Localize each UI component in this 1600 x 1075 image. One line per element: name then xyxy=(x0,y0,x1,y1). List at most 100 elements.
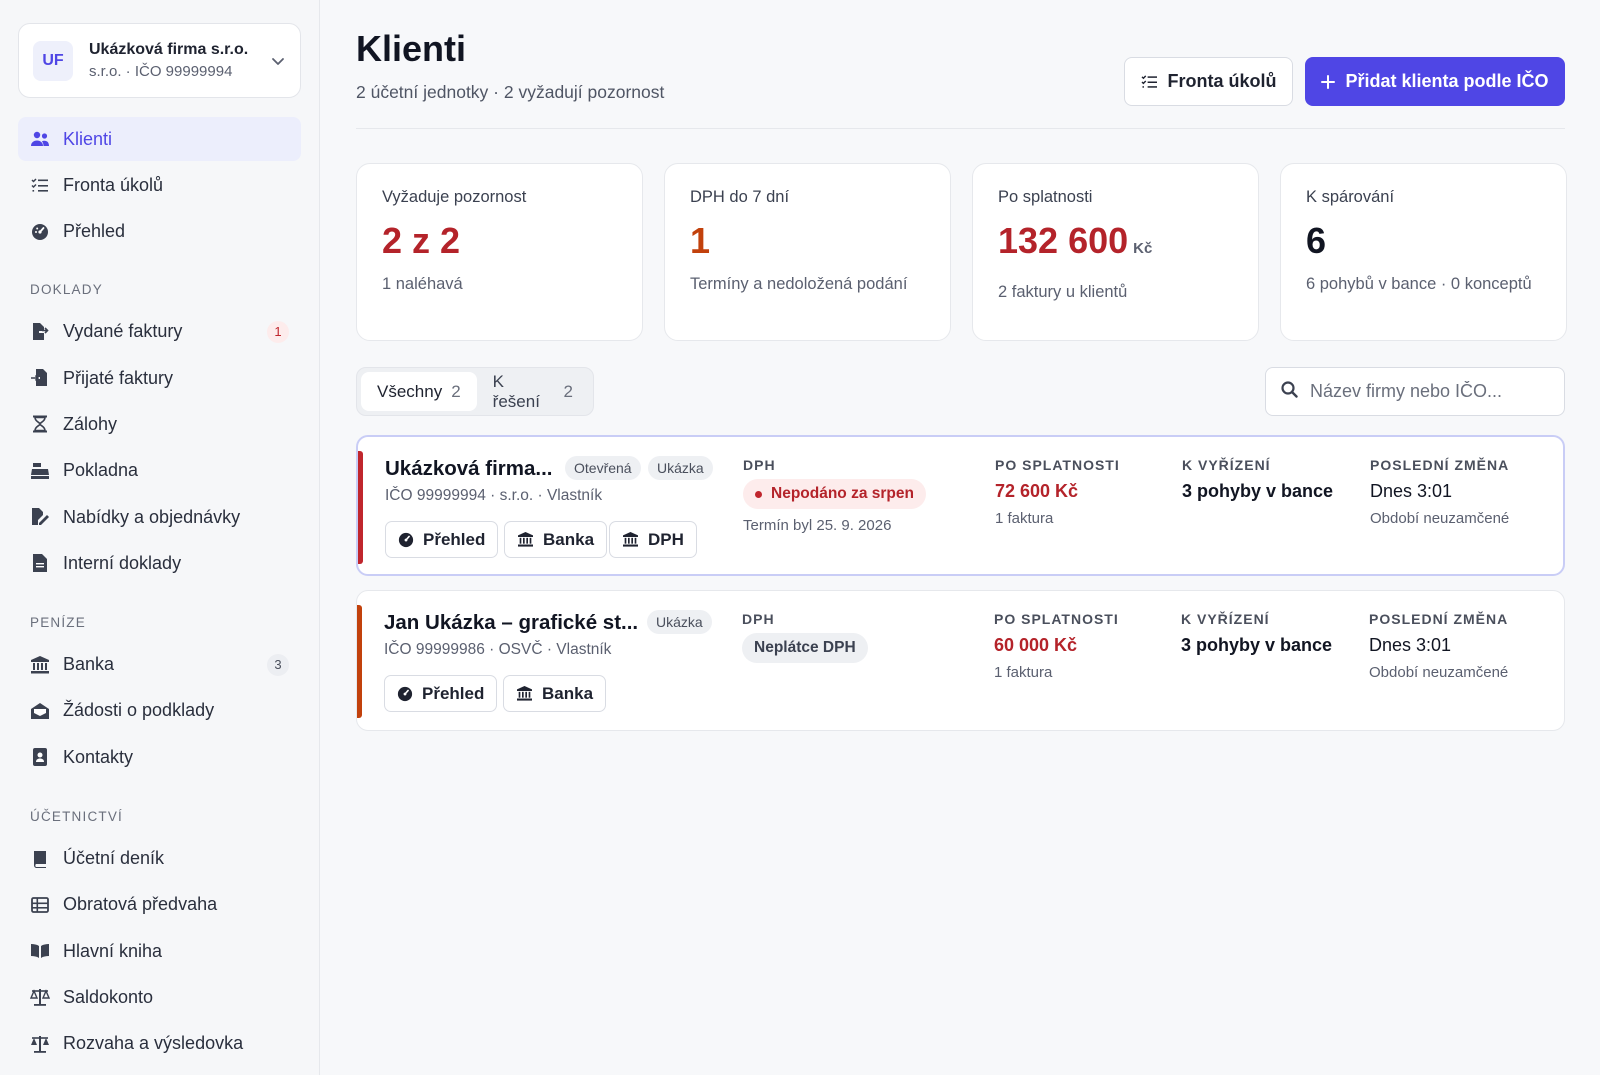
section-title-penize: PENÍZE xyxy=(30,614,86,630)
action-label: Banka xyxy=(542,683,594,703)
main-content: Klienti 2 účetní jednotky · 2 vyžadují p… xyxy=(320,0,1600,1075)
sidebar-item-hlavni-kniha[interactable]: Hlavní kniha xyxy=(18,929,301,973)
demo-chip: Ukázka xyxy=(648,456,713,480)
org-subtitle: s.r.o. · IČO 99999994 xyxy=(89,62,233,80)
org-avatar: UF xyxy=(33,40,73,81)
stat-card-overdue[interactable]: Po splatnosti 132 600 Kč 2 faktury u klie… xyxy=(972,163,1259,341)
column-label-pending: K VYŘÍZENÍ xyxy=(1182,457,1271,473)
tab-label: Všechny xyxy=(377,381,443,401)
stat-note: Termíny a nedoložená podání xyxy=(690,275,908,293)
gauge-icon xyxy=(397,686,413,702)
bank-button[interactable]: Banka xyxy=(503,675,607,712)
search-icon xyxy=(1281,380,1298,403)
pending-value: 3 pohyby v bance xyxy=(1181,635,1333,655)
vat-button[interactable]: DPH xyxy=(609,521,697,558)
sidebar-item-banka[interactable]: Banka 3 xyxy=(18,643,301,687)
stat-note: 1 naléhavá xyxy=(382,275,463,293)
stat-card-attention[interactable]: Vyžaduje pozornost 2 z 2 1 naléhavá xyxy=(356,163,643,341)
scale-icon xyxy=(30,987,50,1007)
tab-k-reseni[interactable]: K řešení 2 xyxy=(477,372,589,411)
sidebar-item-interni-doklady[interactable]: Interní doklady xyxy=(18,541,301,585)
client-meta: IČO 99999986 · OSVČ · Vlastník xyxy=(384,641,612,658)
tab-count: 2 xyxy=(451,381,461,401)
column-label-last-change: POSLEDNÍ ZMĚNA xyxy=(1370,457,1510,473)
search-box[interactable] xyxy=(1265,367,1565,416)
sidebar-item-nabidky-objednavky[interactable]: Nabídky a objednávky xyxy=(18,495,301,539)
stat-unit: Kč xyxy=(1133,240,1153,257)
scale-balanced-icon xyxy=(30,1034,50,1054)
sidebar-item-ucetni-denik[interactable]: Účetní deník xyxy=(18,837,301,881)
sidebar-item-obratova-predvaha[interactable]: Obratová předvaha xyxy=(18,883,301,927)
stat-number: 6 xyxy=(1306,220,1327,261)
sidebar-item-label: Obratová předvaha xyxy=(63,894,218,915)
action-label: Banka xyxy=(543,529,595,549)
last-change-value: Dnes 3:01 xyxy=(1370,481,1453,501)
section-title-ucetnictvi: ÚČETNICTVÍ xyxy=(30,808,123,824)
overview-button[interactable]: Přehled xyxy=(385,521,499,558)
bank-icon xyxy=(517,532,534,547)
stat-card-matching[interactable]: K spárování 6 6 pohybů v bance · 0 konce… xyxy=(1280,163,1567,341)
sidebar-item-label: Interní doklady xyxy=(63,552,182,573)
sidebar-item-rozvaha-vysledovka[interactable]: Rozvaha a výsledovka xyxy=(18,1022,301,1066)
sidebar-item-pokladna[interactable]: Pokladna xyxy=(18,449,301,493)
chevron-down-icon xyxy=(272,57,284,65)
vat-status-pill: Nepodáno za srpen xyxy=(743,479,926,509)
sidebar-item-vydane-faktury[interactable]: Vydané faktury 1 xyxy=(18,310,301,354)
file-import-icon xyxy=(30,368,50,388)
status-dot-icon xyxy=(755,490,762,498)
client-name[interactable]: Jan Ukázka – grafické st... xyxy=(384,611,638,635)
overdue-amount: 60 000 Kč xyxy=(994,635,1078,655)
stat-label: Vyžaduje pozornost xyxy=(382,188,527,206)
overview-button[interactable]: Přehled xyxy=(384,675,498,712)
stat-value: 6 xyxy=(1306,221,1541,261)
stat-value: 1 xyxy=(690,221,925,261)
vat-deadline-note: Termín byl 25. 9. 2026 xyxy=(743,517,892,534)
sidebar-item-fronta-ukolu[interactable]: Fronta úkolů xyxy=(18,163,301,207)
tab-label: K řešení xyxy=(492,371,540,411)
sidebar-item-label: Zálohy xyxy=(63,413,118,434)
search-input[interactable] xyxy=(1310,381,1540,402)
vat-status-pill: Neplátce DPH xyxy=(742,633,868,663)
stat-label: K spárování xyxy=(1306,188,1395,206)
tab-vsechny[interactable]: Všechny 2 xyxy=(361,372,477,411)
plus-icon xyxy=(1321,74,1336,89)
sidebar-item-kontakty[interactable]: Kontakty xyxy=(18,735,301,779)
sidebar-item-label: Žádosti o podklady xyxy=(63,700,215,721)
client-card[interactable]: Ukázková firma... Otevřená Ukázka IČO 99… xyxy=(356,435,1565,576)
sidebar-item-zadosti-o-podklady[interactable]: Žádosti o podklady xyxy=(18,689,301,733)
sidebar-item-prijate-faktury[interactable]: Přijaté faktury xyxy=(18,356,301,400)
tab-count: 2 xyxy=(563,381,573,401)
sidebar-item-prehled[interactable]: Přehled xyxy=(18,210,301,254)
column-label-last-change: POSLEDNÍ ZMĚNA xyxy=(1369,611,1509,627)
stat-value: 132 600 Kč xyxy=(998,221,1233,269)
file-lines-icon xyxy=(30,553,50,573)
sidebar-item-zalohy[interactable]: Zálohy xyxy=(18,402,301,446)
org-name: Ukázková firma s.r.o. xyxy=(89,40,249,58)
column-label-overdue: PO SPLATNOSTI xyxy=(994,611,1119,627)
client-card[interactable]: Jan Ukázka – grafické st... Ukázka IČO 9… xyxy=(356,590,1565,731)
sidebar-item-label: Přijaté faktury xyxy=(63,367,174,388)
file-signature-icon xyxy=(30,507,50,527)
sidebar-item-klienti[interactable]: Klienti xyxy=(18,117,301,161)
stat-note: 2 faktury u klientů xyxy=(998,283,1128,301)
add-client-button[interactable]: Přidat klienta podle IČO xyxy=(1305,57,1565,106)
status-accent-bar xyxy=(358,451,363,564)
task-queue-button[interactable]: Fronta úkolů xyxy=(1124,57,1293,106)
gauge-icon xyxy=(30,222,50,242)
client-name[interactable]: Ukázková firma... xyxy=(385,457,553,481)
sidebar-item-label: Pokladna xyxy=(63,460,139,481)
bank-button[interactable]: Banka xyxy=(504,521,608,558)
task-queue-button-label: Fronta úkolů xyxy=(1167,71,1277,91)
column-label-dph: DPH xyxy=(743,457,776,473)
bank-icon xyxy=(622,532,639,547)
stat-card-vat[interactable]: DPH do 7 dní 1 Termíny a nedoložená podá… xyxy=(664,163,951,341)
list-check-icon xyxy=(1141,74,1158,89)
stat-label: Po splatnosti xyxy=(998,188,1093,206)
stat-number: 132 600 xyxy=(998,220,1129,261)
vat-status-text: Nepodáno za srpen xyxy=(771,485,914,502)
org-switcher[interactable]: UF Ukázková firma s.r.o. s.r.o. · IČO 99… xyxy=(18,23,301,98)
overdue-note: 1 faktura xyxy=(995,510,1054,527)
action-label: DPH xyxy=(648,529,684,549)
page-title: Klienti xyxy=(356,28,467,69)
sidebar-item-saldokonto[interactable]: Saldokonto xyxy=(18,975,301,1019)
